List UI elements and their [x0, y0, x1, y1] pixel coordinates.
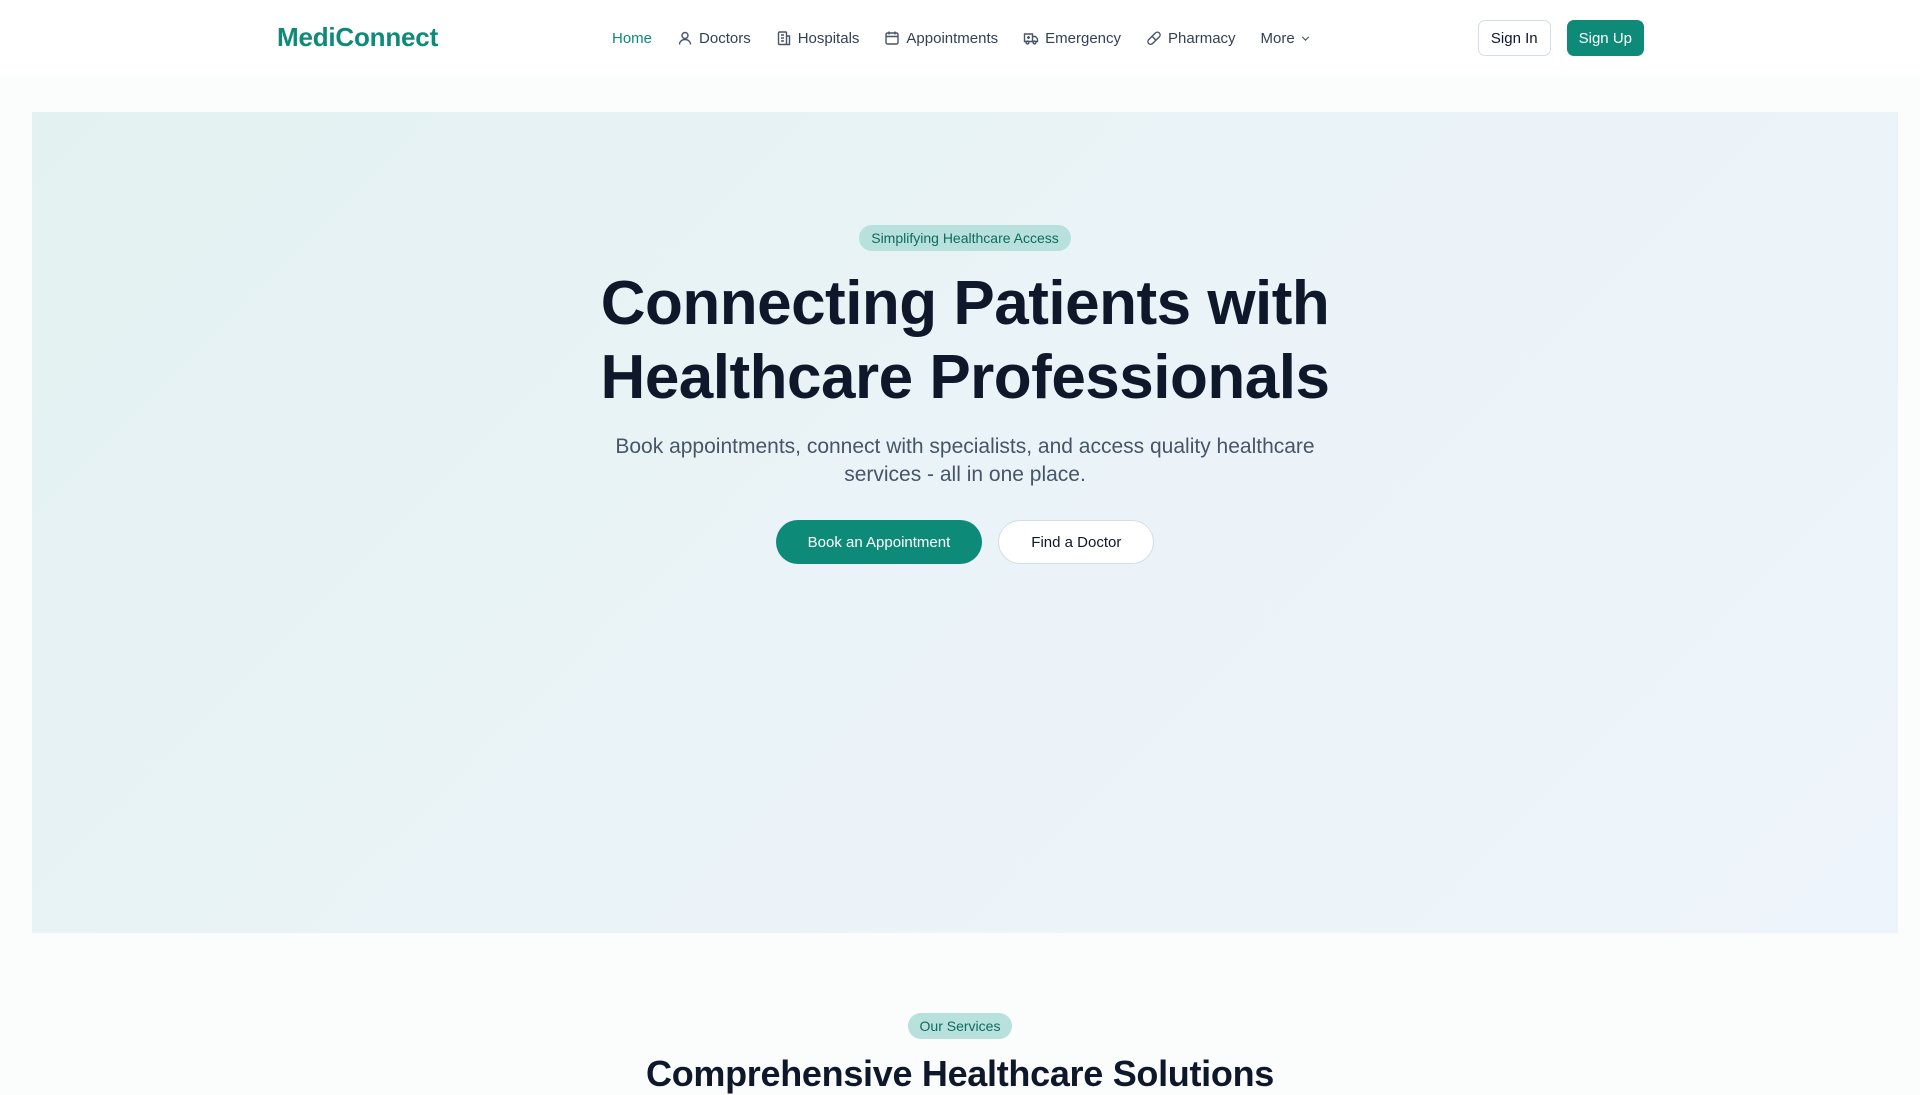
ambulance-icon	[1023, 30, 1039, 46]
user-icon	[677, 30, 693, 46]
nav-item-label: Hospitals	[797, 29, 860, 47]
services-section: Our Services Comprehensive Healthcare So…	[0, 1013, 1920, 1095]
nav-item-emergency[interactable]: Emergency	[1023, 30, 1121, 47]
book-appointment-button[interactable]: Book an Appointment	[775, 520, 983, 564]
chevron-down-icon	[1299, 32, 1312, 45]
nav-item-appointments[interactable]: Appointments	[884, 30, 998, 47]
nav-item-pharmacy[interactable]: Pharmacy	[1146, 30, 1236, 47]
auth-buttons: Sign In Sign Up	[1477, 20, 1644, 56]
nav-item-hospitals[interactable]: Hospitals	[776, 29, 860, 47]
services-badge: Our Services	[907, 1013, 1013, 1039]
nav-item-label: Pharmacy	[1168, 29, 1236, 47]
sign-up-button[interactable]: Sign Up	[1566, 20, 1644, 56]
nav-item-label: Home	[612, 29, 653, 47]
hero-badge: Simplifying Healthcare Access	[859, 225, 1071, 251]
hero-subtitle: Book appointments, connect with speciali…	[615, 435, 1315, 486]
sign-in-button[interactable]: Sign In	[1477, 20, 1551, 56]
nav-item-home[interactable]: Home	[612, 30, 652, 47]
nav-item-label: Appointments	[906, 29, 999, 47]
calendar-icon	[884, 30, 900, 46]
hero-section: Simplifying Healthcare Access Connecting…	[32, 112, 1898, 933]
brand-logo[interactable]: MediConnect	[277, 22, 438, 53]
services-title: Comprehensive Healthcare Solutions	[646, 1053, 1274, 1094]
hero-content: Simplifying Healthcare Access Connecting…	[32, 112, 1898, 564]
pill-icon	[1146, 30, 1162, 46]
nav-item-label: Emergency	[1045, 29, 1122, 47]
find-doctor-button[interactable]: Find a Doctor	[998, 520, 1155, 564]
main-nav: Home Doctors Hospitals Appointments Emer…	[612, 26, 1337, 50]
nav-item-label: More	[1260, 29, 1295, 47]
building-icon	[776, 30, 792, 46]
hero-title-line: Connecting Patients with	[600, 269, 1330, 338]
hero-title-line: Healthcare Professionals	[600, 343, 1330, 412]
hero-title: Connecting Patients with Healthcare Prof…	[515, 267, 1415, 415]
site-header: MediConnect Home Doctors Hospitals Appoi…	[0, 0, 1920, 76]
nav-item-label: Doctors	[699, 29, 751, 47]
nav-item-more[interactable]: More	[1261, 30, 1312, 47]
nav-item-doctors[interactable]: Doctors	[677, 30, 751, 47]
hero-cta-row: Book an Appointment Find a Doctor	[32, 520, 1898, 564]
